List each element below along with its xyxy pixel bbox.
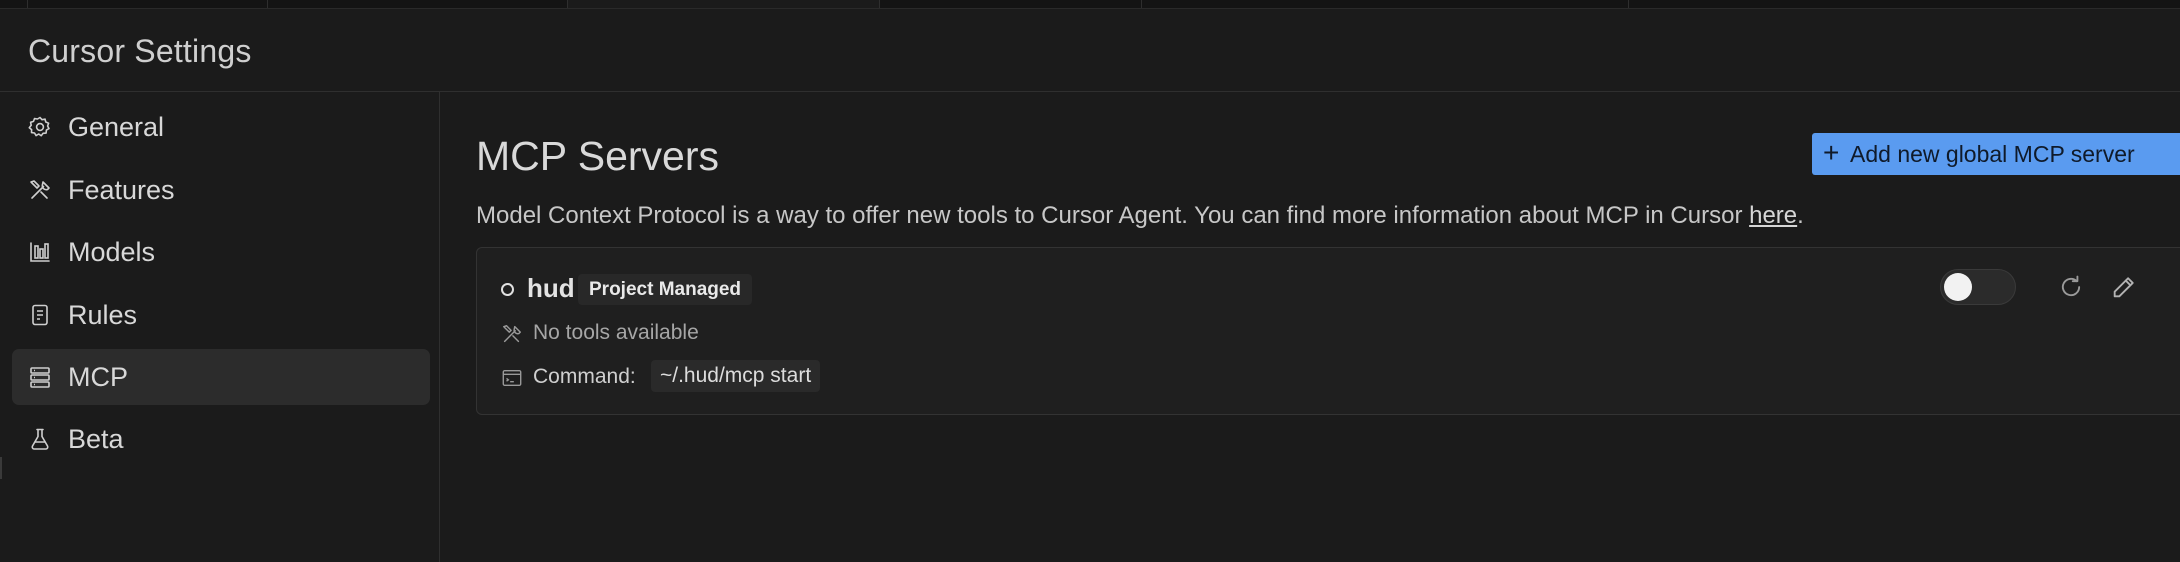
server-icon (28, 365, 52, 389)
terminal-icon (501, 367, 523, 389)
settings-main: MCP Servers + Add new global MCP server … (441, 92, 2180, 562)
sidebar-item-label: Models (68, 237, 156, 267)
tools-icon (28, 178, 52, 202)
sidebar-item-label: Features (68, 175, 175, 205)
sidebar-item-label: General (68, 112, 165, 142)
settings-header: Cursor Settings (0, 9, 2180, 92)
here-link[interactable]: here (1749, 202, 1797, 229)
editor-tab[interactable] (1629, 0, 2180, 8)
page-title: MCP Servers (476, 133, 720, 179)
status-indicator-icon (501, 283, 514, 296)
sidebar-item-beta[interactable]: Beta (12, 411, 430, 467)
editor-tab[interactable] (28, 0, 268, 8)
editor-tab[interactable] (0, 0, 28, 8)
mcp-description: Model Context Protocol is a way to offer… (476, 202, 1804, 230)
sidebar-item-models[interactable]: Models (12, 224, 430, 280)
description-suffix: . (1797, 202, 1804, 229)
tools-status-text: No tools available (533, 321, 699, 344)
sidebar-item-mcp[interactable]: MCP (12, 349, 430, 405)
plus-icon: + (1823, 137, 1840, 168)
window-title: Cursor Settings (28, 33, 252, 69)
command-label: Command: (533, 365, 636, 388)
server-name: hud (527, 273, 575, 303)
sidebar-item-label: Beta (68, 424, 124, 454)
bar-chart-icon (28, 240, 52, 264)
project-managed-badge: Project Managed (578, 274, 753, 305)
flask-icon (28, 427, 52, 451)
gear-icon (28, 115, 52, 139)
edit-pencil-icon[interactable] (2110, 273, 2138, 301)
sidebar-edge-marker (0, 457, 2, 479)
settings-sidebar: General Features Models Rules MCP Beta (0, 92, 440, 562)
editor-tab-active[interactable] (568, 0, 880, 8)
mcp-server-card: hud Project Managed No tools available C… (476, 247, 2180, 415)
sidebar-item-rules[interactable]: Rules (12, 287, 430, 343)
add-global-mcp-server-button[interactable]: + Add new global MCP server (1812, 133, 2180, 175)
editor-tab-strip (0, 0, 2180, 9)
editor-tab[interactable] (1142, 0, 1629, 8)
command-value: ~/.hud/mcp start (651, 360, 821, 392)
sidebar-item-label: Rules (68, 300, 138, 330)
sidebar-item-general[interactable]: General (12, 99, 430, 155)
description-text: Model Context Protocol is a way to offer… (476, 202, 1750, 229)
add-button-label: Add new global MCP server (1850, 141, 2135, 167)
document-icon (28, 303, 52, 327)
editor-tab[interactable] (880, 0, 1142, 8)
server-enable-toggle[interactable] (1940, 269, 2016, 305)
editor-tab[interactable] (268, 0, 568, 8)
refresh-icon[interactable] (2057, 273, 2085, 301)
tools-icon (501, 323, 523, 345)
toggle-knob (1944, 273, 1972, 301)
sidebar-item-features[interactable]: Features (12, 162, 430, 218)
sidebar-item-label: MCP (68, 362, 128, 392)
